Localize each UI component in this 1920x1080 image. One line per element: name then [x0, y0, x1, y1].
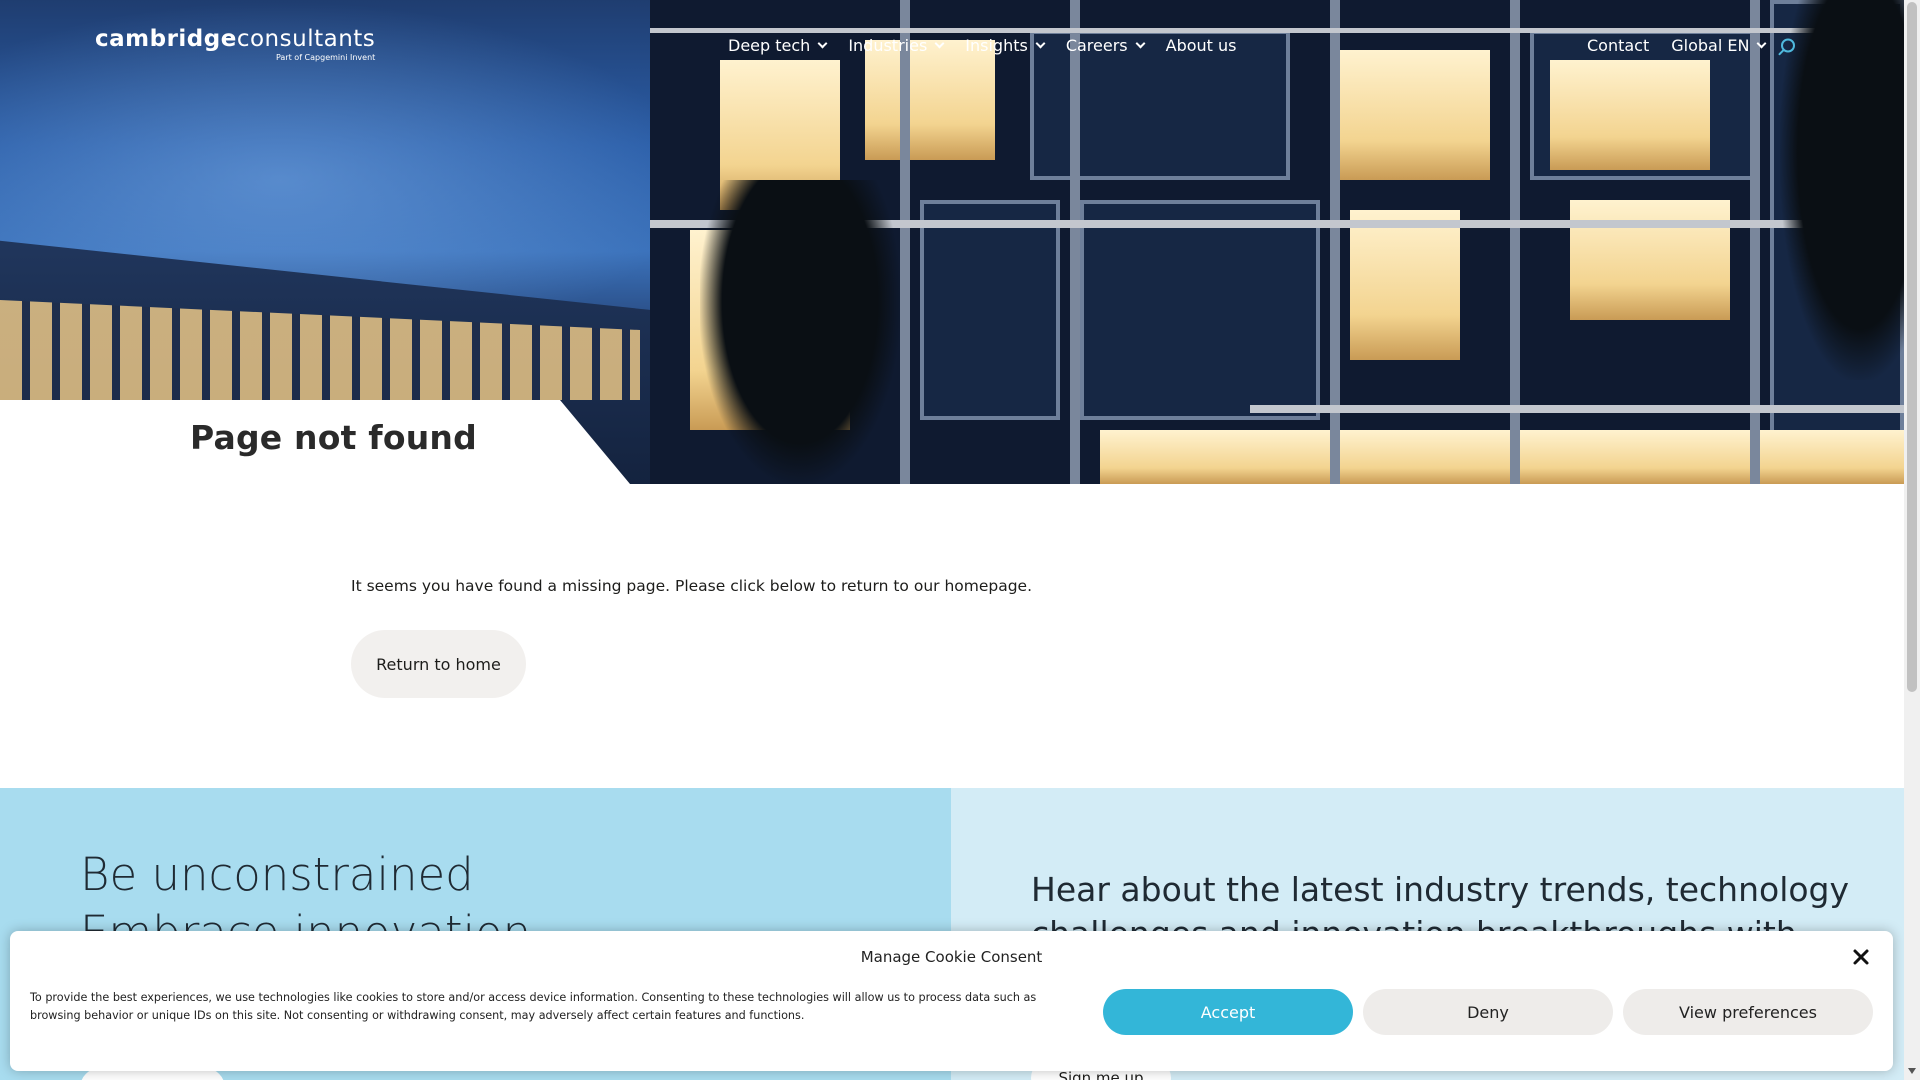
logo-brand-light: consultants [236, 26, 376, 52]
chevron-down-icon [1035, 38, 1046, 49]
cookie-preferences-button[interactable]: View preferences [1623, 989, 1873, 1035]
nav-item-careers[interactable]: Careers [1066, 36, 1146, 55]
cookie-consent-banner: Manage Cookie Consent To provide the bes… [10, 931, 1893, 1071]
chevron-down-icon [1135, 38, 1146, 49]
page-title: Page not found [190, 418, 477, 457]
nav-contact-link[interactable]: Contact [1587, 36, 1649, 55]
close-icon[interactable] [1851, 947, 1871, 967]
locale-selector[interactable]: Global EN [1671, 36, 1767, 55]
not-found-message: It seems you have found a missing page. … [351, 577, 1033, 595]
chevron-down-icon [817, 38, 828, 49]
hero-banner [0, 0, 1904, 484]
return-home-button[interactable]: Return to home [351, 630, 526, 698]
hero-tree [700, 180, 900, 484]
cookie-deny-button[interactable]: Deny [1363, 989, 1613, 1035]
scroll-down-arrow-icon[interactable] [1908, 1068, 1916, 1074]
page-scrollbar[interactable] [1904, 0, 1920, 1080]
logo-brand-bold: cambridge [95, 26, 237, 52]
main-nav: Deep tech Industries Insights Careers Ab… [728, 36, 1259, 55]
nav-item-insights[interactable]: Insights [965, 36, 1046, 55]
scrollbar-thumb[interactable] [1907, 2, 1917, 692]
search-icon[interactable] [1778, 38, 1796, 56]
cookie-description: To provide the best experiences, we use … [30, 991, 1037, 1022]
cookie-title: Manage Cookie Consent [860, 948, 1043, 966]
chevron-down-icon [934, 38, 945, 49]
logo[interactable]: cambridgeconsultants Part of Capgemini I… [95, 26, 376, 62]
chevron-down-icon [1757, 38, 1767, 49]
nav-utility: Contact Global EN [1587, 36, 1787, 55]
nav-item-deep-tech[interactable]: Deep tech [728, 36, 828, 55]
cookie-accept-button[interactable]: Accept [1103, 989, 1353, 1035]
nav-item-industries[interactable]: Industries [848, 36, 945, 55]
logo-subtitle: Part of Capgemini Invent [275, 53, 376, 62]
nav-item-about-us[interactable]: About us [1166, 36, 1237, 55]
